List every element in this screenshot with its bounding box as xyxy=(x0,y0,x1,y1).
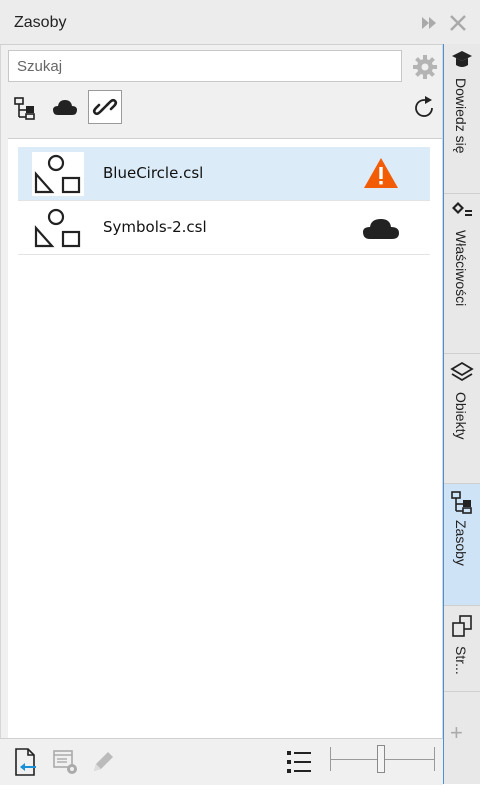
list-item-label: Symbols-2.csl xyxy=(103,218,207,236)
edit-icon[interactable] xyxy=(90,749,116,775)
tab-label: Dowiedz się xyxy=(453,78,469,154)
list-view-icon[interactable] xyxy=(284,748,314,776)
zoom-slider-max xyxy=(434,747,435,771)
hierarchy-icon xyxy=(450,490,474,514)
hierarchy-icon[interactable] xyxy=(10,94,40,122)
warning-icon xyxy=(363,157,399,194)
tab-strony[interactable]: Str... xyxy=(444,606,480,692)
tab-obiekty[interactable]: Obiekty xyxy=(444,354,480,484)
link-icon[interactable] xyxy=(88,90,122,124)
properties-icon xyxy=(450,200,474,224)
list-item-label: BlueCircle.csl xyxy=(103,164,204,182)
import-icon[interactable] xyxy=(12,747,40,777)
docker-tab-strip: Dowiedz się Właściwości Obiekty Zasoby S… xyxy=(443,44,480,784)
cloud-icon xyxy=(362,217,400,246)
refresh-icon[interactable] xyxy=(410,94,438,122)
tab-wlasciwosci[interactable]: Właściwości xyxy=(444,194,480,354)
add-docker-icon[interactable]: + xyxy=(450,720,463,746)
tab-label: Obiekty xyxy=(453,392,469,440)
tab-dowiedz-sie[interactable]: Dowiedz się xyxy=(444,44,480,194)
library-settings-icon[interactable] xyxy=(52,749,80,777)
graduation-cap-icon xyxy=(450,48,474,72)
tab-label: Właściwości xyxy=(453,230,469,307)
list-item[interactable]: BlueCircle.csl xyxy=(18,147,430,201)
gear-icon[interactable] xyxy=(410,52,440,82)
docker-title: Zasoby xyxy=(14,14,67,31)
list-item[interactable]: Symbols-2.csl xyxy=(18,201,430,255)
layers-icon xyxy=(450,360,474,384)
pages-icon xyxy=(450,614,474,638)
cloud-icon[interactable] xyxy=(50,94,80,122)
zoom-slider-thumb[interactable] xyxy=(377,745,385,773)
tab-zasoby[interactable]: Zasoby xyxy=(444,484,480,606)
symbol-library-icon xyxy=(32,152,84,196)
search-input[interactable] xyxy=(8,50,402,82)
collapse-docker-icon[interactable] xyxy=(418,12,440,34)
close-icon[interactable] xyxy=(447,12,469,34)
symbol-library-icon xyxy=(32,206,84,250)
tab-label: Str... xyxy=(453,646,469,675)
bottom-toolbar xyxy=(0,738,443,785)
docker-titlebar: Zasoby xyxy=(0,0,480,45)
tab-label: Zasoby xyxy=(453,520,469,566)
